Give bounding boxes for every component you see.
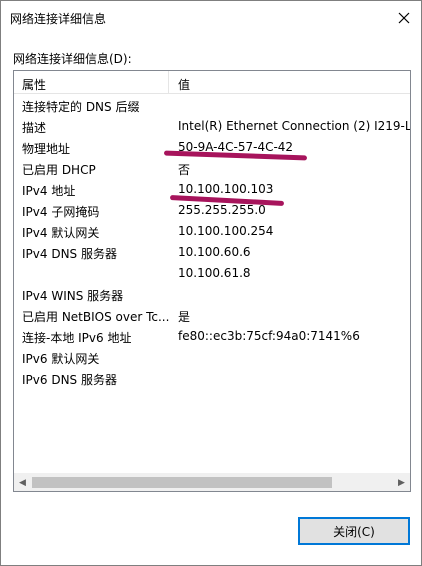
property-cell: IPv6 DNS 服务器 <box>22 373 117 387</box>
scroll-right-button[interactable]: ▶ <box>393 474 410 491</box>
value-cell: fe80::ec3b:75cf:94a0:7141%6 <box>178 329 360 343</box>
property-cell: IPv4 WINS 服务器 <box>22 289 124 303</box>
property-cell: 已启用 DHCP <box>22 163 96 177</box>
chevron-right-icon: ▶ <box>398 477 405 488</box>
column-header-property[interactable]: 属性 <box>22 76 46 93</box>
list-rows: 连接特定的 DNS 后缀 描述 Intel(R) Ethernet Connecti… <box>14 95 410 389</box>
details-list[interactable]: 属性 值 连接特定的 DNS 后缀 描述 Intel(R) Ethernet Con… <box>13 70 411 492</box>
column-header-value[interactable]: 值 <box>178 76 190 93</box>
list-header: 属性 值 <box>14 71 410 94</box>
table-row[interactable]: IPv4 DNS 服务器 10.100.60.6 <box>14 242 410 263</box>
value-cell: 是 <box>178 310 191 324</box>
table-row[interactable]: 已启用 DHCP 否 <box>14 158 410 179</box>
value-cell: 否 <box>178 163 191 177</box>
property-cell: 描述 <box>22 121 47 135</box>
value-cell: 10.100.61.8 <box>178 266 251 280</box>
window-close-button[interactable] <box>389 4 419 32</box>
property-cell: 连接特定的 DNS 后缀 <box>22 100 140 114</box>
property-cell: IPv6 默认网关 <box>22 352 100 366</box>
horizontal-scrollbar[interactable]: ◀ ▶ <box>14 473 410 491</box>
close-button[interactable]: 关闭(C) <box>298 517 410 545</box>
table-row[interactable]: IPv6 DNS 服务器 <box>14 368 410 389</box>
property-cell: IPv4 子网掩码 <box>22 205 100 219</box>
table-row[interactable]: 连接-本地 IPv6 地址 fe80::ec3b:75cf:94a0:7141%6 <box>14 326 410 347</box>
property-cell: IPv4 DNS 服务器 <box>22 247 117 261</box>
value-cell: Intel(R) Ethernet Connection (2) I219-LM <box>178 119 411 133</box>
table-row[interactable]: IPv4 默认网关 10.100.100.254 <box>14 221 410 242</box>
property-cell: IPv4 默认网关 <box>22 226 100 240</box>
scroll-left-button[interactable]: ◀ <box>14 474 31 491</box>
title-bar: 网络连接详细信息 <box>1 1 421 35</box>
value-cell: 255.255.255.0 <box>178 203 266 217</box>
table-row[interactable]: 描述 Intel(R) Ethernet Connection (2) I219-… <box>14 116 410 137</box>
property-cell: IPv4 地址 <box>22 184 76 198</box>
table-row[interactable]: IPv6 默认网关 <box>14 347 410 368</box>
table-row[interactable]: IPv4 子网掩码 255.255.255.0 <box>14 200 410 221</box>
network-details-dialog: 网络连接详细信息 网络连接详细信息(D): 属性 值 连接特定的 DNS 后缀描… <box>0 0 422 566</box>
property-cell: 物理地址 <box>22 142 71 156</box>
value-cell: 10.100.60.6 <box>178 245 251 259</box>
column-divider[interactable] <box>168 71 169 93</box>
close-icon <box>398 12 410 24</box>
window-title: 网络连接详细信息 <box>10 12 107 26</box>
table-row[interactable]: 已启用 NetBIOS over Tc... 是 <box>14 305 410 326</box>
scrollbar-thumb[interactable] <box>32 477 332 488</box>
table-row[interactable]: 连接特定的 DNS 后缀 <box>14 95 410 116</box>
table-row[interactable]: IPv4 WINS 服务器 <box>14 284 410 305</box>
table-row[interactable]: 10.100.61.8 <box>14 263 410 284</box>
chevron-left-icon: ◀ <box>19 477 26 488</box>
value-cell: 10.100.100.254 <box>178 224 274 238</box>
details-group-label: 网络连接详细信息(D): <box>13 52 132 66</box>
value-cell: 10.100.100.103 <box>178 182 274 196</box>
property-cell: 连接-本地 IPv6 地址 <box>22 331 132 345</box>
property-cell: 已启用 NetBIOS over Tc... <box>22 310 170 324</box>
